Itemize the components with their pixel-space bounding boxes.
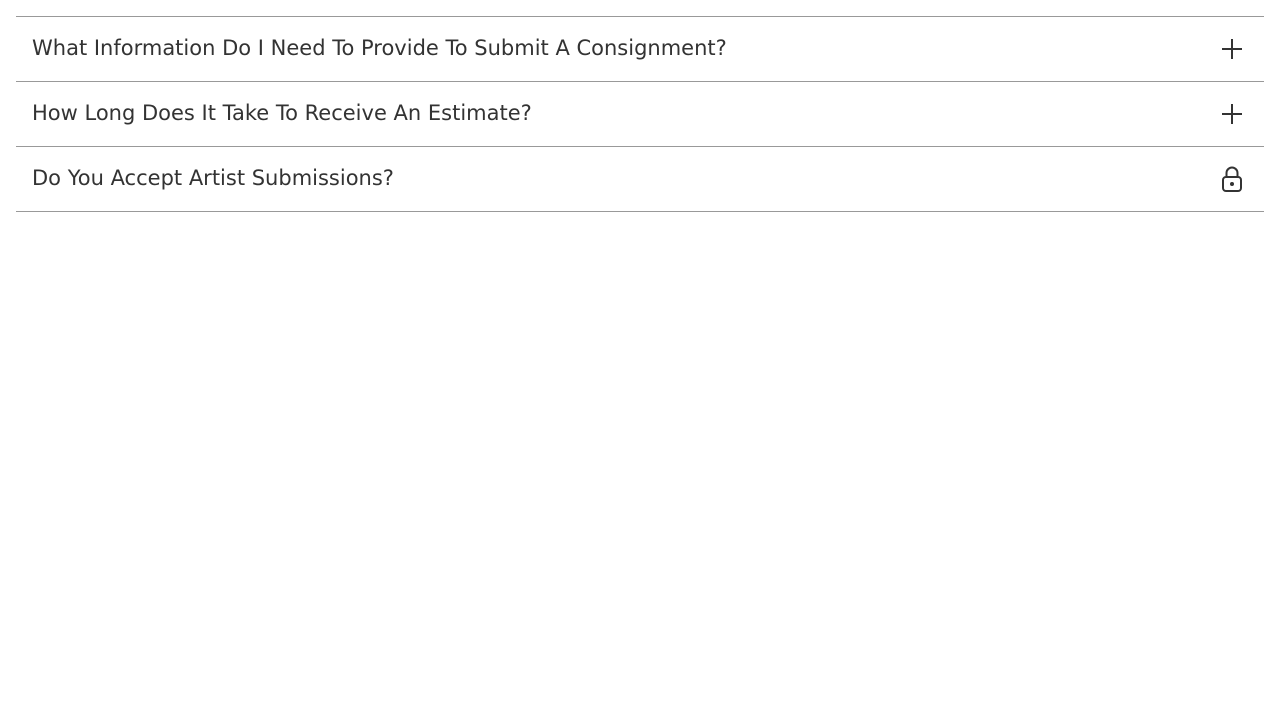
lock-icon[interactable] xyxy=(1220,166,1244,192)
faq-item-estimate-time[interactable]: How Long Does It Take To Receive An Esti… xyxy=(16,82,1264,147)
faq-accordion: What Information Do I Need To Provide To… xyxy=(16,16,1264,212)
faq-question: What Information Do I Need To Provide To… xyxy=(32,36,727,60)
plus-icon[interactable] xyxy=(1220,37,1244,61)
plus-icon[interactable] xyxy=(1220,102,1244,126)
faq-item-consignment-info[interactable]: What Information Do I Need To Provide To… xyxy=(16,17,1264,82)
faq-item-artist-submissions[interactable]: Do You Accept Artist Submissions? xyxy=(16,147,1264,212)
faq-question: Do You Accept Artist Submissions? xyxy=(32,166,394,190)
faq-question: How Long Does It Take To Receive An Esti… xyxy=(32,101,532,125)
